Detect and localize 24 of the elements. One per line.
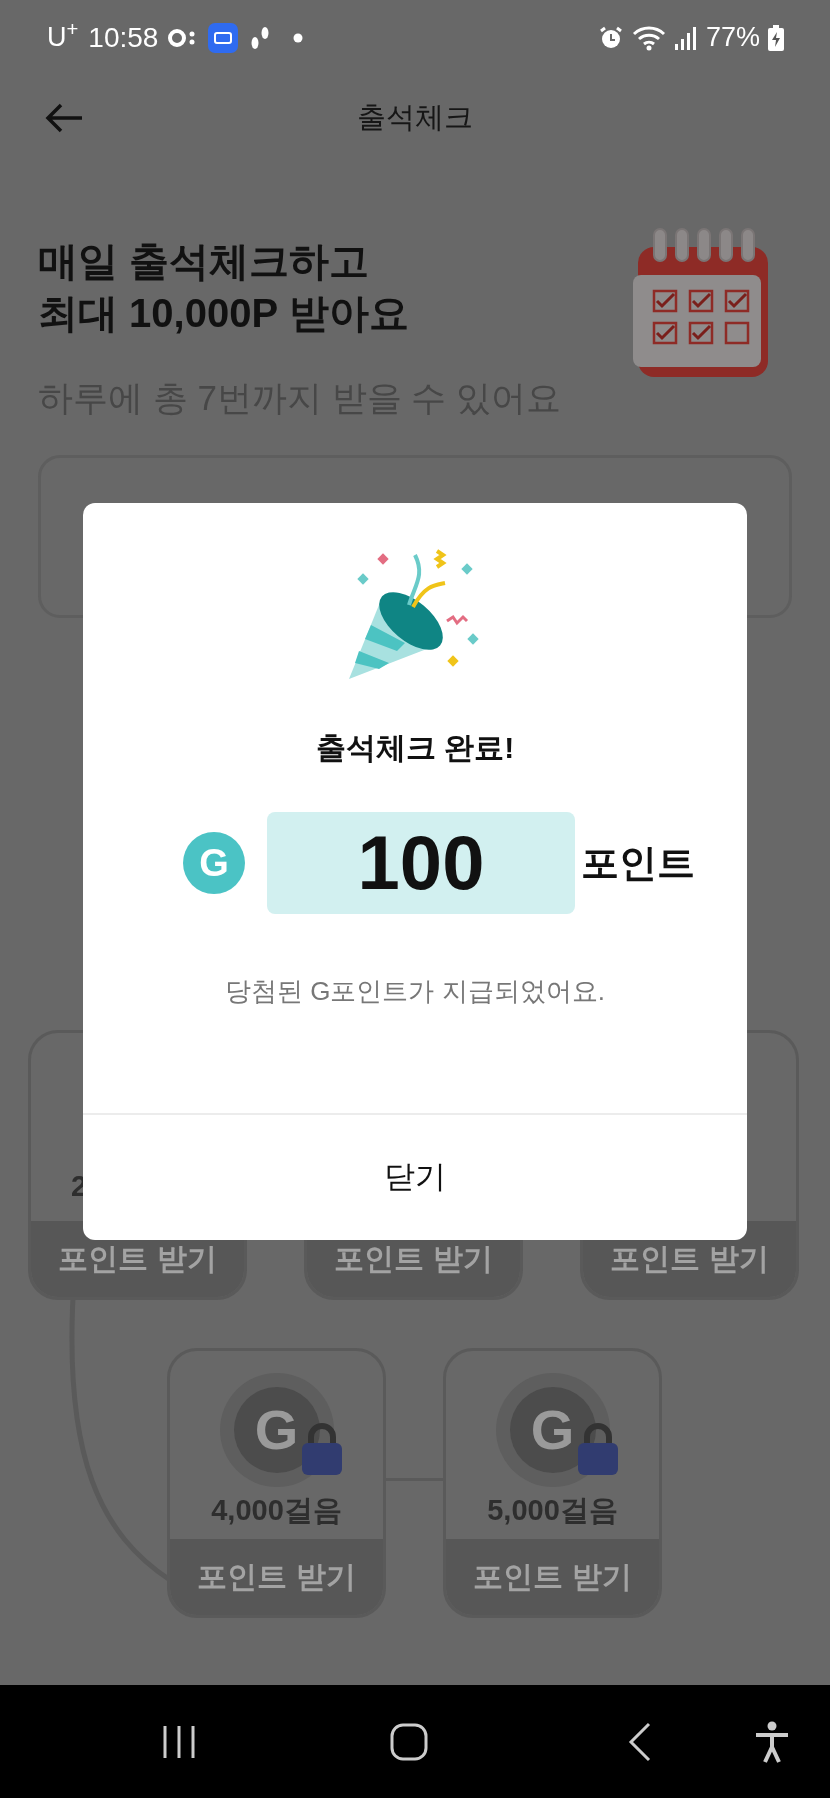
- g-point-icon: G: [183, 832, 245, 894]
- recent-apps-icon[interactable]: [162, 1723, 196, 1760]
- dialog-title: 출석체크 완료!: [315, 730, 515, 766]
- back-icon[interactable]: [628, 1721, 652, 1762]
- step-count: 4,000걸음: [211, 1493, 342, 1528]
- close-button[interactable]: 닫기: [83, 1113, 747, 1240]
- back-arrow-icon[interactable]: [44, 101, 84, 134]
- battery-percent: 77%: [705, 21, 760, 55]
- points-unit: 포인트: [581, 840, 695, 886]
- app-icon: [208, 22, 239, 53]
- clock: 10:58: [88, 20, 159, 55]
- step-count: 5,000걸음: [487, 1493, 618, 1528]
- carrier: U$^{+}$: [47, 17, 79, 55]
- signal-icon: [673, 25, 698, 50]
- points-amount: 100: [267, 812, 575, 914]
- hero-heading: 매일 출석체크하고: [38, 238, 371, 285]
- hero-heading: 최대 10,000P 받아요: [38, 290, 409, 337]
- accessibility-icon[interactable]: [754, 1720, 790, 1763]
- dialog-message: 당첨된 G포인트가 지급되었어요.: [225, 975, 605, 1008]
- alarm-icon: [597, 24, 624, 51]
- dot-icon: [292, 31, 305, 44]
- home-icon[interactable]: [390, 1722, 428, 1761]
- battery-icon: [768, 24, 784, 51]
- page-title: 출석체크: [357, 99, 473, 135]
